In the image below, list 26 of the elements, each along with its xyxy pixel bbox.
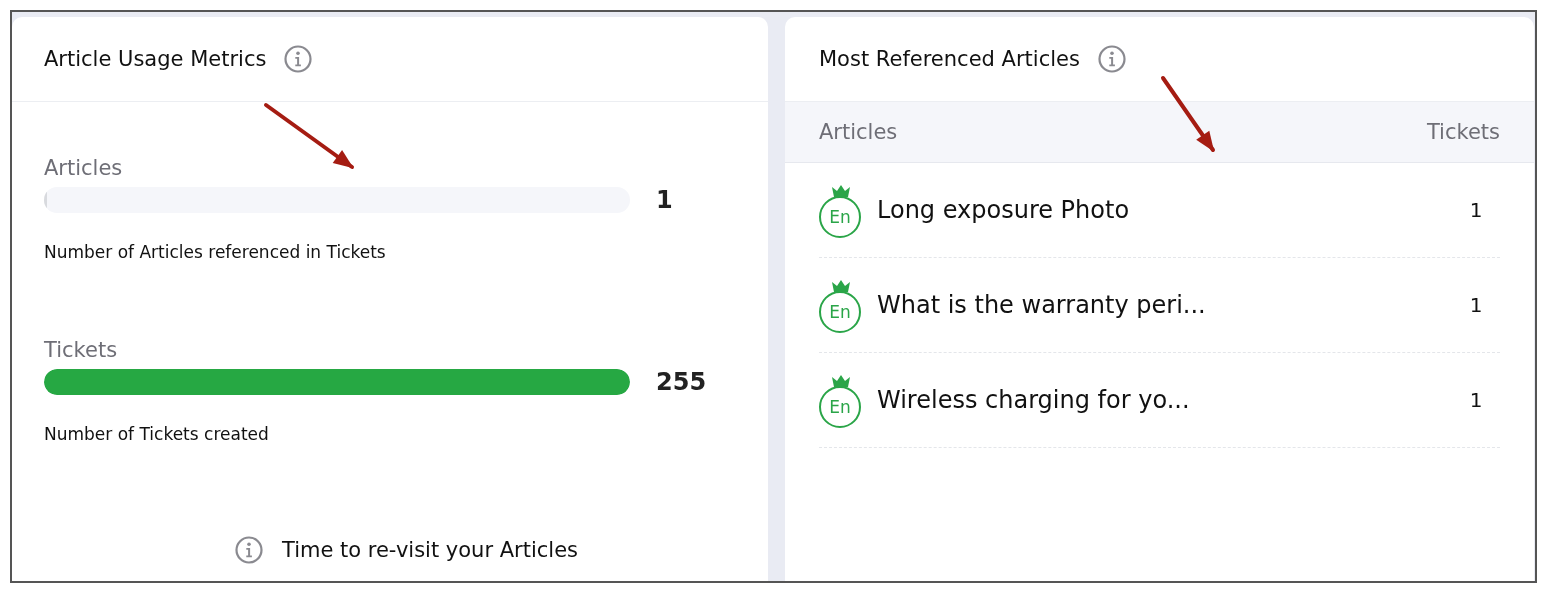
ticket-count: 1 [1468,293,1484,317]
crown-icon [831,184,851,198]
crown-icon [831,374,851,388]
info-icon[interactable] [233,535,264,565]
metric-description: Number of Articles referenced in Tickets [44,242,386,262]
metric-label: Tickets [44,338,118,362]
tip-text: Time to re-visit your Articles [281,538,579,562]
panel-title: Article Usage Metrics [44,47,267,71]
panel-title: Most Referenced Articles [819,47,1080,71]
info-icon[interactable] [283,44,314,74]
ticket-count: 1 [1468,388,1484,412]
language-badge: En [819,196,861,238]
language-badge: En [819,386,861,428]
column-header: Tickets [1426,120,1500,144]
article-title[interactable]: What is the warranty peri... [877,291,1436,319]
language-badge: En [819,291,861,333]
ticket-count: 1 [1468,198,1484,222]
crown-icon [831,279,851,293]
metric-value: 1 [656,186,673,214]
column-header: Articles [819,120,898,144]
article-title[interactable]: Long exposure Photo [877,196,1436,224]
metric-value: 255 [656,368,707,396]
metric-description: Number of Tickets created [44,424,269,444]
metric-label: Articles [44,156,123,180]
article-title[interactable]: Wireless charging for yo... [877,386,1436,414]
info-icon[interactable] [1096,44,1127,74]
